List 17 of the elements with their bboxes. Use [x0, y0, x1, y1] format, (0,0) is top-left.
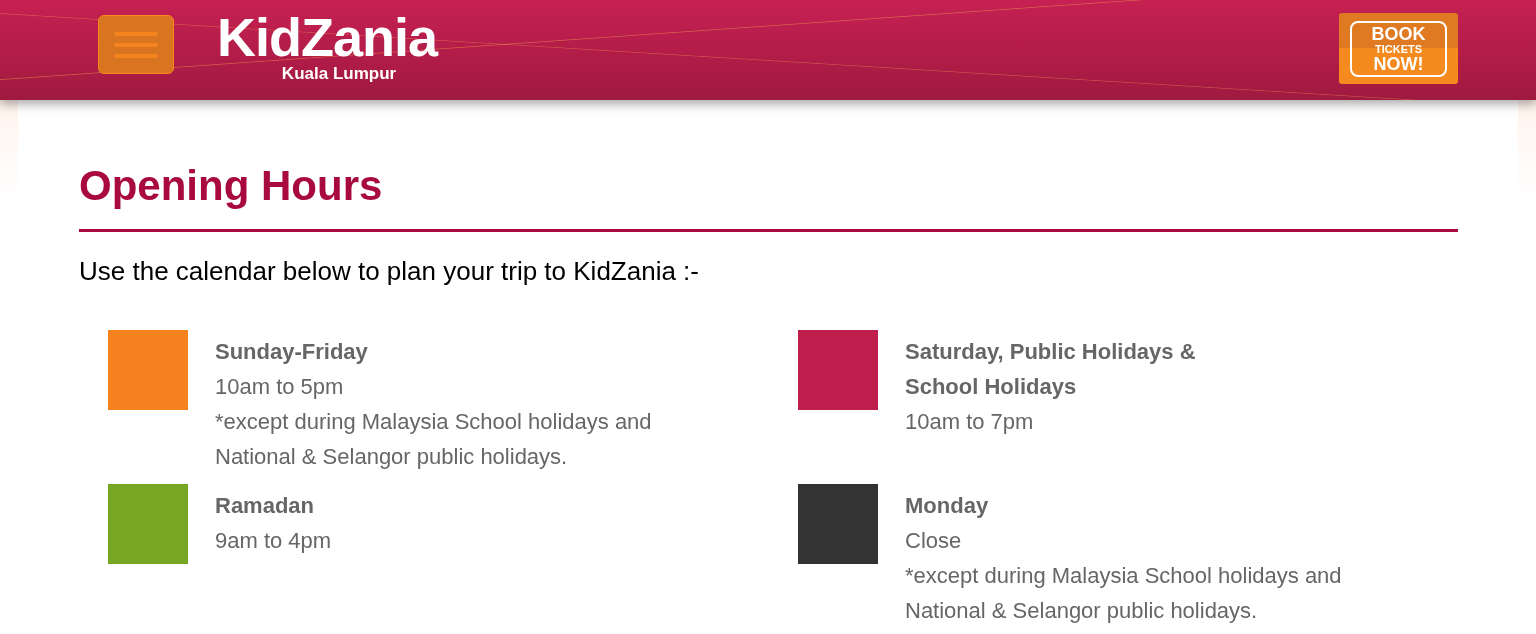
legend-heading: Monday — [905, 492, 990, 520]
legend-heading: Ramadan — [215, 492, 316, 520]
logo-subtitle: Kuala Lumpur — [281, 64, 397, 84]
legend-note: *except during Malaysia School holidays and National & Selangor public holidays. — [905, 562, 1343, 625]
menu-button[interactable] — [98, 15, 174, 74]
legend-hours: 10am to 7pm — [905, 408, 1035, 436]
legend-heading: Saturday, Public Holidays & — [905, 338, 1197, 366]
legend-hours: Close — [905, 527, 963, 555]
page-title: Opening Hours — [79, 162, 384, 210]
logo-wordmark[interactable]: KidZania — [217, 10, 438, 64]
legend-heading: School Holidays — [905, 373, 1078, 401]
legend-note: *except during Malaysia School holidays and National & Selangor public holidays. — [215, 408, 653, 471]
legend-hours: 9am to 4pm — [215, 527, 333, 555]
legend-hours: 10am to 5pm — [215, 373, 345, 401]
legend-heading: Sunday-Friday — [215, 338, 369, 366]
intro-text: Use the calendar below to plan your trip to KidZania :- — [79, 255, 700, 288]
menu-icon — [114, 31, 158, 58]
